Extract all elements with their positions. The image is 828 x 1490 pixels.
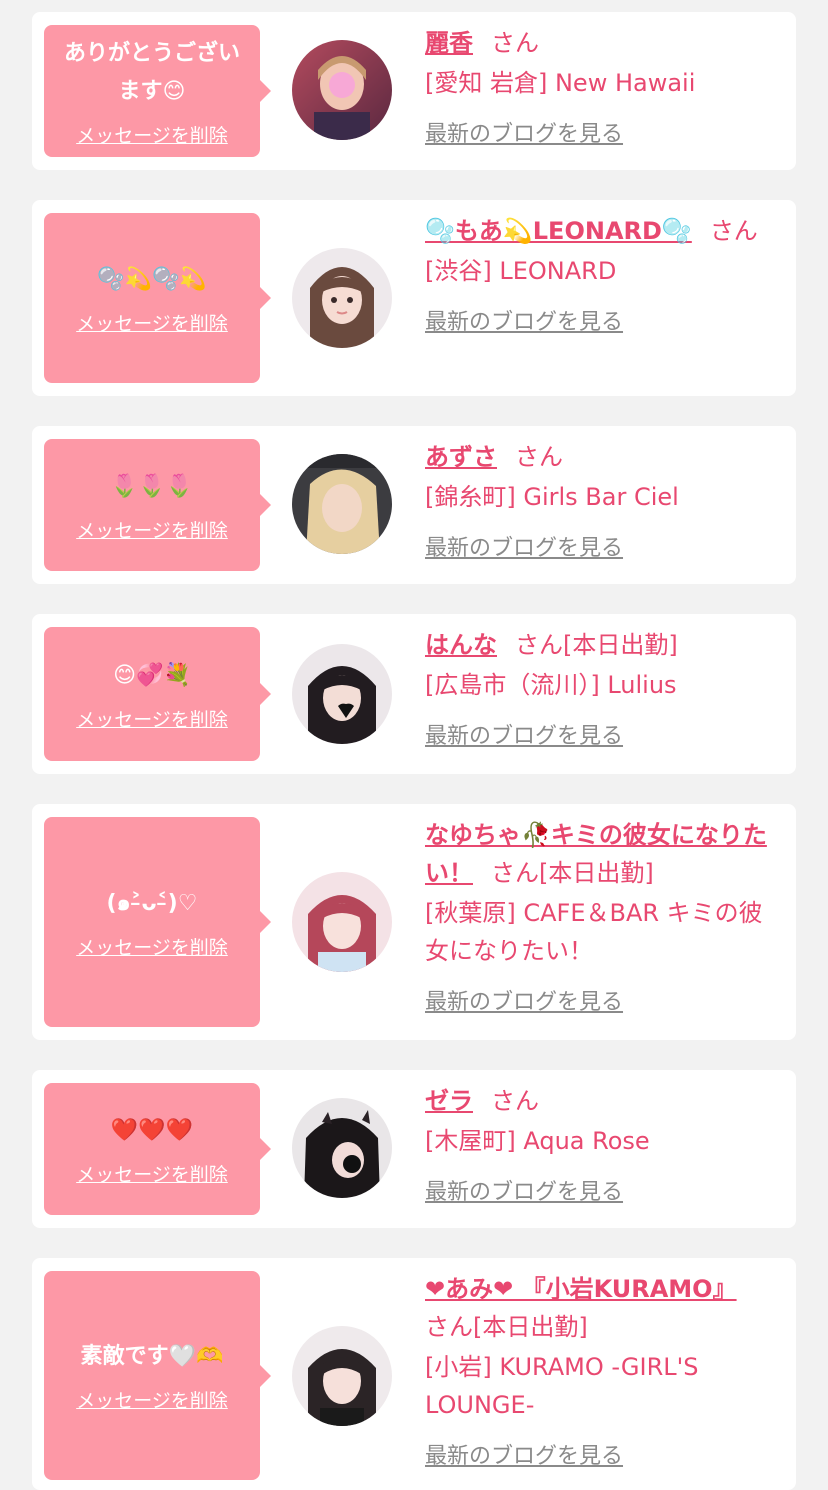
honorific: さん <box>491 859 539 887</box>
message-bubble: (๑˃̵ᴗ˂̵)♡ メッセージを削除 <box>44 817 271 1027</box>
message-bubble: ❤️❤️❤️ メッセージを削除 <box>44 1083 271 1215</box>
honorific: さん <box>425 1313 473 1341</box>
blog-link[interactable]: 最新のブログを見る <box>425 1438 623 1470</box>
list-item: ❤️❤️❤️ メッセージを削除 ゼラ さん [木屋町] Aqua Rose 最新の… <box>32 1070 796 1228</box>
honorific: さん <box>491 29 539 57</box>
list-item: 😊💞💐 メッセージを削除 はんな さん[本日出勤] [広島市（流川）] Luliu… <box>32 614 796 774</box>
shop-name: [小岩] KURAMO -GIRL'S LOUNGE- <box>425 1353 699 1419</box>
blog-link[interactable]: 最新のブログを見る <box>425 1174 623 1206</box>
honorific: さん <box>515 631 563 659</box>
honorific: さん <box>491 1087 539 1115</box>
cast-name-link[interactable]: はんな <box>425 631 497 659</box>
avatar[interactable] <box>292 1326 392 1426</box>
message-text: (๑˃̵ᴗ˂̵)♡ <box>106 890 198 916</box>
list-item: (๑˃̵ᴗ˂̵)♡ メッセージを削除 なゆちゃ🥀キミの彼女になりたい！ さん[本日… <box>32 804 796 1040</box>
avatar[interactable] <box>292 644 392 744</box>
blog-link[interactable]: 最新のブログを見る <box>425 530 623 562</box>
message-bubble: 🌷🌷🌷 メッセージを削除 <box>44 439 271 571</box>
delete-message-link[interactable]: メッセージを削除 <box>76 309 228 336</box>
cast-name-link[interactable]: 🫧もあ💫LEONARD🫧 <box>425 217 692 245</box>
honorific: さん <box>515 443 563 471</box>
delete-message-link[interactable]: メッセージを削除 <box>76 516 228 543</box>
delete-message-link[interactable]: メッセージを削除 <box>76 705 228 732</box>
message-text: 🫧💫🫧💫 <box>97 266 207 292</box>
status-badge: [本日出勤] <box>473 1313 588 1341</box>
blog-link[interactable]: 最新のブログを見る <box>425 116 623 148</box>
avatar[interactable] <box>292 40 392 140</box>
avatar[interactable] <box>292 872 392 972</box>
message-text: ❤️❤️❤️ <box>110 1117 194 1143</box>
blog-link[interactable]: 最新のブログを見る <box>425 718 623 750</box>
status-badge: [本日出勤] <box>563 631 678 659</box>
avatar[interactable] <box>292 1098 392 1198</box>
list-item: 🌷🌷🌷 メッセージを削除 あずさ さん [錦糸町] Girls Bar Ciel … <box>32 426 796 584</box>
message-text: ありがとうございます😊 <box>63 40 240 104</box>
message-text: 素敵です🤍🫶 <box>80 1344 224 1369</box>
message-text: 🌷🌷🌷 <box>110 473 194 499</box>
cast-name-link[interactable]: ❤あみ❤ 『小岩KURAMO』 <box>425 1275 737 1303</box>
list-item: 素敵です🤍🫶 メッセージを削除 ❤あみ❤ 『小岩KURAMO』さん[本日出勤] … <box>32 1258 796 1490</box>
delete-message-link[interactable]: メッセージを削除 <box>76 1386 228 1413</box>
blog-link[interactable]: 最新のブログを見る <box>425 984 623 1016</box>
honorific: さん <box>709 217 758 245</box>
list-item: 🫧💫🫧💫 メッセージを削除 🫧もあ💫LEONARD🫧 さん [渋谷] LEONAR… <box>32 200 796 396</box>
cast-name-link[interactable]: ゼラ <box>425 1087 473 1115</box>
status-badge: [本日出勤] <box>539 859 654 887</box>
shop-name: [錦糸町] Girls Bar Ciel <box>425 483 679 511</box>
list-item: ありがとうございます😊 メッセージを削除 麗香 さん [愛知 岩倉] New Ha… <box>32 12 796 170</box>
blog-link[interactable]: 最新のブログを見る <box>425 304 623 336</box>
shop-name: [渋谷] LEONARD <box>425 257 617 285</box>
message-bubble: 🫧💫🫧💫 メッセージを削除 <box>44 213 271 383</box>
shop-name: [木屋町] Aqua Rose <box>425 1127 650 1155</box>
delete-message-link[interactable]: メッセージを削除 <box>76 121 228 148</box>
shop-name: [広島市（流川）] Lulius <box>425 671 677 699</box>
message-text: 😊💞💐 <box>113 662 191 688</box>
avatar[interactable] <box>292 454 392 554</box>
message-bubble: 素敵です🤍🫶 メッセージを削除 <box>44 1271 271 1480</box>
shop-name: [秋葉原] CAFE＆BAR キミの彼女になりたい！ <box>425 899 763 965</box>
cast-name-link[interactable]: あずさ <box>425 443 497 471</box>
avatar[interactable] <box>292 248 392 348</box>
shop-name: [愛知 岩倉] New Hawaii <box>425 69 696 97</box>
delete-message-link[interactable]: メッセージを削除 <box>76 933 228 960</box>
message-bubble: ありがとうございます😊 メッセージを削除 <box>44 25 271 157</box>
cast-name-link[interactable]: 麗香 <box>425 29 473 57</box>
message-bubble: 😊💞💐 メッセージを削除 <box>44 627 271 761</box>
delete-message-link[interactable]: メッセージを削除 <box>76 1160 228 1187</box>
